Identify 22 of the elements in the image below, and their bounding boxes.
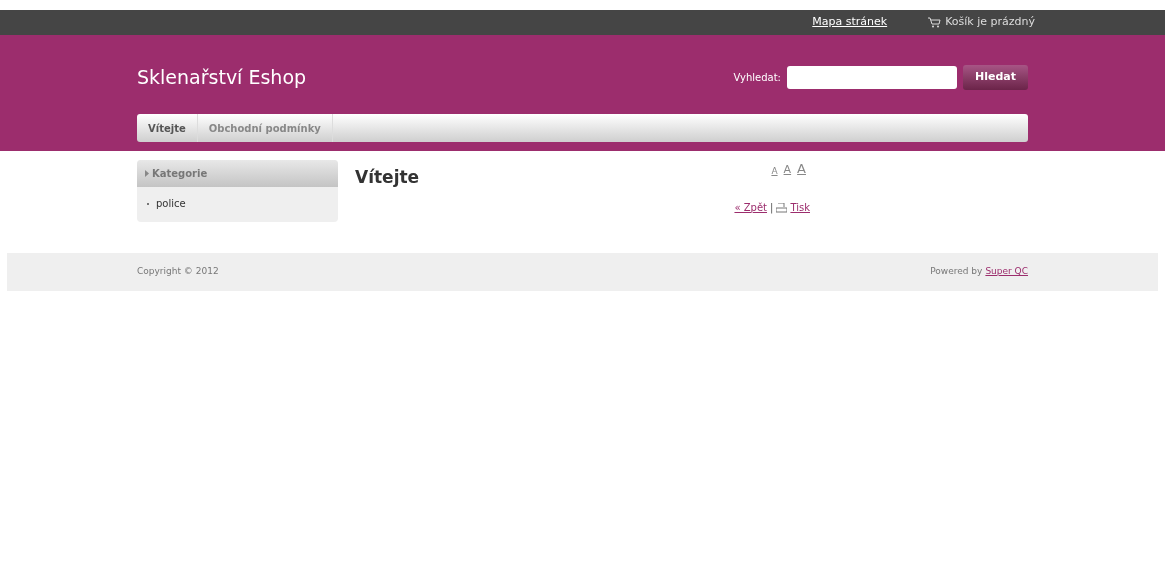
font-size-button[interactable]: A (783, 161, 792, 178)
category-link[interactable]: police (156, 196, 186, 211)
separator: | (770, 201, 774, 215)
font-size-button[interactable]: A (797, 158, 806, 178)
print-link[interactable]: Tisk (790, 200, 810, 215)
copyright-text: Copyright © 2012 (137, 265, 219, 279)
page-title: Vítejte (355, 166, 420, 189)
nav-tab[interactable]: Vítejte (137, 114, 198, 142)
powered-by-text: Powered by (930, 265, 983, 279)
search-label: Vyhledat: (733, 70, 781, 85)
site-title: Sklenařství Eshop (137, 64, 307, 90)
caret-icon (145, 170, 149, 177)
font-size-button[interactable]: A (771, 164, 778, 178)
cart-icon (927, 17, 942, 28)
cart-status: Košík je prázdný (945, 14, 1035, 31)
powered-by-link[interactable]: Super QC (985, 265, 1028, 279)
back-link[interactable]: « Zpět (734, 200, 768, 215)
search-field[interactable] (787, 65, 957, 89)
search-button[interactable]: Hledat (963, 64, 1028, 90)
printer-icon (776, 202, 788, 213)
sidebar-title: Kategorie (152, 167, 208, 181)
sitemap-link[interactable]: Mapa stránek (812, 14, 888, 31)
